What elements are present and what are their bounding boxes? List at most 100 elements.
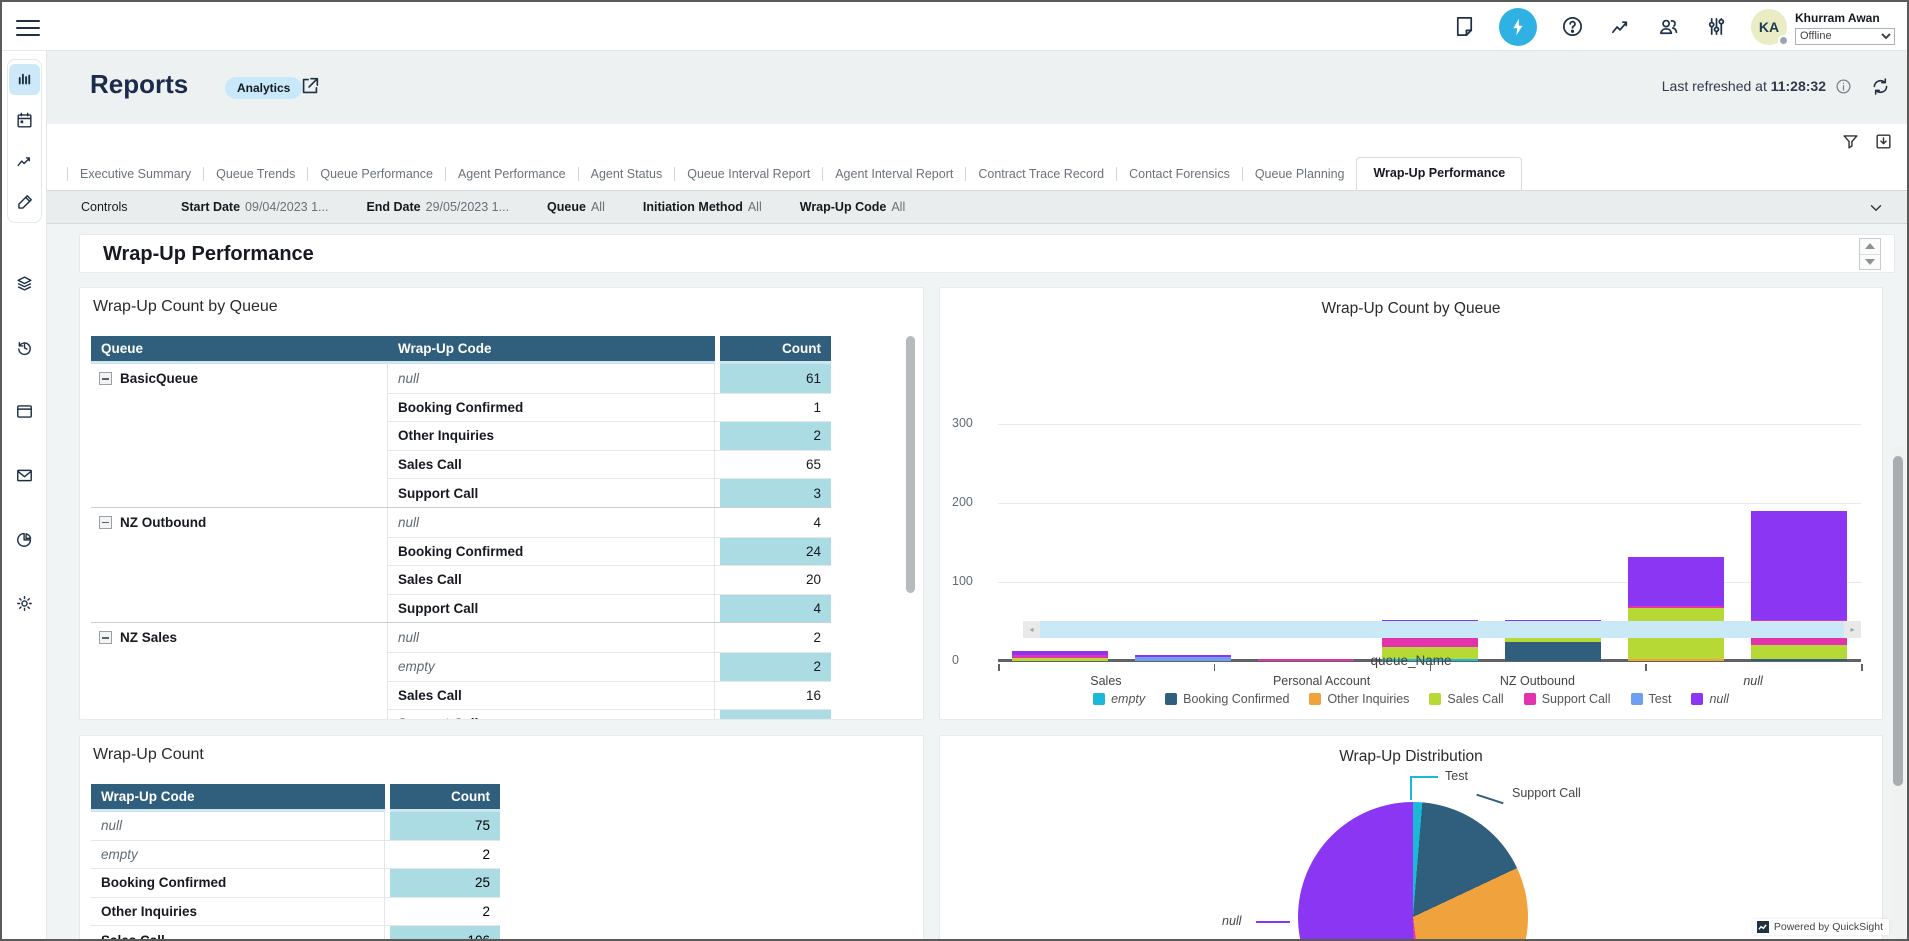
tab-queue-interval-report[interactable]: Queue Interval Report [675,159,822,190]
legend-swatch [1093,693,1105,705]
y-tick-label: 300 [952,416,992,430]
status-select[interactable]: Offline [1795,28,1895,45]
page-scrollbar-thumb[interactable] [1893,456,1903,786]
filter-queue[interactable]: QueueAll [547,200,605,214]
pie-chart[interactable] [1298,802,1528,939]
table-row[interactable]: Sales Call 106 [91,926,500,939]
tab-contract-trace-record[interactable]: Contract Trace Record [966,159,1116,190]
legend-swatch [1524,693,1536,705]
metrics-icon[interactable] [1607,14,1633,40]
stacked-bar[interactable] [1751,511,1847,661]
stacked-bar[interactable] [1628,557,1724,661]
external-link-icon[interactable] [299,75,321,97]
chart-horizontal-scrollbar[interactable]: ◂ ▸ [1023,621,1861,638]
table-scrollbar[interactable] [906,336,915,593]
table-row[interactable]: null 75 [91,812,500,841]
sidebar-item-browser[interactable] [9,396,40,427]
legend-item[interactable]: Sales Call [1429,692,1503,706]
help-icon[interactable] [1559,14,1585,40]
legend-item[interactable]: Support Call [1524,692,1611,706]
legend-swatch [1691,693,1703,705]
table-row[interactable]: Other Inquiries 2 [388,421,831,450]
tab-wrap-up-performance[interactable]: Wrap-Up Performance [1356,157,1522,190]
table-row[interactable]: Support Call 3 [388,478,831,507]
tab-queue-trends[interactable]: Queue Trends [204,159,307,190]
y-tick-label: 200 [952,495,992,509]
table-row[interactable]: Support Call 4 [388,594,831,623]
sidebar-item-metrics[interactable] [9,146,40,177]
bar-segment-null[interactable] [1751,511,1847,620]
tab-executive-summary[interactable]: Executive Summary [68,159,203,190]
collapse-icon[interactable] [99,631,112,644]
filter-initiation-method[interactable]: Initiation MethodAll [643,200,762,214]
table-row[interactable]: null 61 [388,364,831,393]
filter-wrap-up-code[interactable]: Wrap-Up CodeAll [800,200,905,214]
flash-icon[interactable] [1499,8,1537,46]
collapse-icon[interactable] [99,372,112,385]
table-row[interactable]: Sales Call 65 [388,450,831,479]
chevron-down-icon[interactable] [1867,199,1885,217]
scrollbar-track[interactable] [1040,621,1844,638]
table-row[interactable]: empty 2 [388,652,831,681]
bar-segment-null[interactable] [1628,557,1724,606]
pie-label-test: Test [1445,769,1468,783]
note-icon[interactable] [1451,14,1477,40]
table-row[interactable]: Sales Call 20 [388,565,831,594]
table-row[interactable]: empty 2 [91,841,500,870]
table-row[interactable]: Sales Call 16 [388,681,831,710]
sidebar-item-history[interactable] [9,332,40,363]
info-icon[interactable] [1835,78,1852,95]
tab-agent-performance[interactable]: Agent Performance [446,159,578,190]
spinner-up-button[interactable] [1860,239,1880,255]
controls-label: Controls [81,200,181,214]
legend-item[interactable]: Booking Confirmed [1165,692,1289,706]
queue-group: NZ Outbound null 4 Booking Confirmed 24 … [91,508,831,623]
table-row[interactable]: Booking Confirmed 25 [91,869,500,898]
tab-queue-performance[interactable]: Queue Performance [308,159,445,190]
legend-item[interactable]: Other Inquiries [1309,692,1409,706]
collapse-icon[interactable] [99,516,112,529]
queue-group: NZ Sales null 2 empty 2 Sales Call 16 Su… [91,623,831,720]
sidebar-item-designer[interactable] [9,187,40,218]
sidebar-item-settings[interactable] [9,588,40,619]
tab-contact-forensics[interactable]: Contact Forensics [1117,159,1242,190]
spinner-down-button[interactable] [1860,255,1880,270]
callout-line [1412,776,1438,778]
scroll-left-button[interactable]: ◂ [1023,621,1040,638]
table-row[interactable]: Booking Confirmed 24 [388,537,831,566]
table-row[interactable]: null 4 [388,508,831,537]
sidebar-item-analytics[interactable] [9,524,40,555]
tab-agent-interval-report[interactable]: Agent Interval Report [823,159,965,190]
filter-icon[interactable] [1841,132,1860,151]
legend-swatch [1631,693,1643,705]
left-sidebar [2,51,47,939]
sidebar-item-layers[interactable] [9,268,40,299]
sidebar-item-reports[interactable] [9,64,40,95]
gridline [998,424,1861,425]
filter-start-date[interactable]: Start Date09/04/2023 1... [181,200,328,214]
table-header-row: Wrap-Up Code Count [91,784,500,812]
preferences-icon[interactable] [1703,14,1729,40]
report-container: Executive SummaryQueue TrendsQueue Perfo… [47,124,1907,939]
page-header: Reports Analytics Last refreshed at 11:2… [47,51,1907,124]
table-row[interactable]: Support Call [388,709,831,720]
table-row[interactable]: Booking Confirmed 1 [388,393,831,422]
refresh-icon[interactable] [1870,76,1891,97]
filter-end-date[interactable]: End Date29/05/2023 1... [366,200,509,214]
sidebar-item-calendar[interactable] [9,105,40,136]
table-row[interactable]: Other Inquiries 2 [91,898,500,927]
scroll-right-button[interactable]: ▸ [1844,621,1861,638]
table-row[interactable]: null 2 [388,623,831,652]
legend-item[interactable]: Test [1631,692,1672,706]
hamburger-menu-icon[interactable] [16,15,40,39]
callout-line [1476,794,1503,805]
legend-swatch [1429,693,1441,705]
legend-item[interactable]: empty [1093,692,1145,706]
avatar[interactable]: KA [1751,9,1787,45]
sidebar-item-mail[interactable] [9,460,40,491]
contacts-icon[interactable] [1655,14,1681,40]
export-icon[interactable] [1874,132,1893,151]
tab-agent-status[interactable]: Agent Status [579,159,675,190]
tab-queue-planning[interactable]: Queue Planning [1243,159,1357,190]
legend-item[interactable]: null [1691,692,1728,706]
